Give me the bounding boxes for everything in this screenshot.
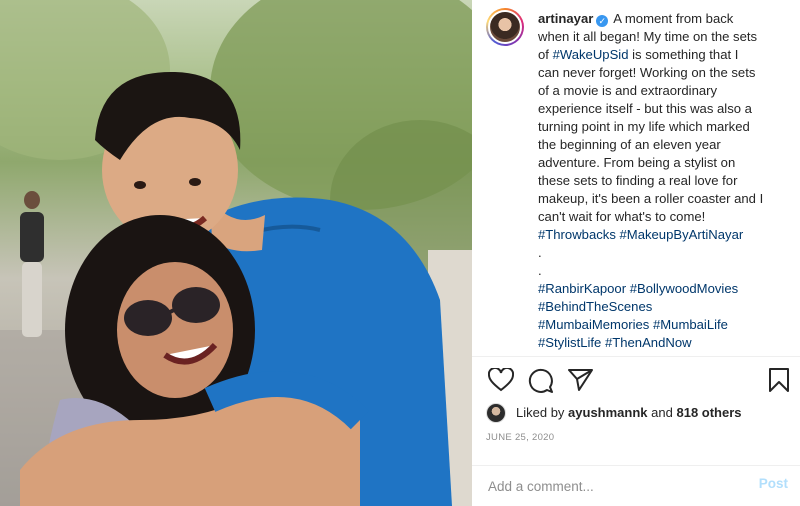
hashtag-line[interactable]: #StylistLife #ThenAndNow (538, 334, 788, 352)
caption-line: can't wait for what's to come! (538, 209, 706, 224)
comment-box: Post (472, 466, 800, 506)
divider (472, 356, 800, 357)
caption-text-fragment: of (538, 47, 553, 62)
share-icon[interactable] (568, 368, 594, 397)
caption-text-fragment: is something that I (628, 47, 739, 62)
author-username[interactable]: artinayar (538, 11, 593, 26)
likes-count[interactable]: 818 others (676, 405, 741, 420)
caption-line: makeup, it's been a roller coaster and I (538, 191, 764, 206)
hashtag-line[interactable]: #BehindTheScenes (538, 298, 788, 316)
post-date[interactable]: JUNE 25, 2020 (486, 432, 554, 443)
verified-icon: ✓ (596, 15, 609, 27)
heart-icon[interactable] (487, 366, 515, 397)
hashtag-link[interactable]: #WakeUpSid (553, 47, 629, 62)
caption-line: when it all began! My time on the sets (538, 29, 758, 44)
caption-line: can never forget! Working on the sets (538, 65, 756, 80)
liker-username[interactable]: ayushmannk (568, 405, 647, 420)
caption-line: artinayar ✓ A moment from back (538, 10, 788, 28)
comment-input[interactable] (488, 476, 728, 496)
post-details-panel: artinayar ✓ A moment from back when it al… (472, 0, 800, 506)
liker-avatar[interactable] (486, 403, 506, 423)
likes-prefix: Liked by (516, 405, 565, 420)
caption-line: adventure. From being a stylist on (538, 155, 736, 170)
hashtag-line[interactable]: #MumbaiMemories #MumbaiLife (538, 316, 788, 334)
author-avatar[interactable] (486, 8, 524, 46)
caption-line: experience itself - but this was also a (538, 101, 752, 116)
caption-line: of a movie is and extraordinary (538, 83, 718, 98)
caption-dot: . (538, 245, 542, 260)
caption-line: these sets to finding a real love for (538, 173, 738, 188)
caption-text: artinayar ✓ A moment from back when it al… (538, 10, 788, 352)
comment-icon[interactable] (528, 368, 554, 399)
post-comment-button[interactable]: Post (759, 476, 788, 491)
post-photo[interactable] (0, 0, 472, 506)
caption-dot: . (538, 263, 542, 278)
photo-illustration (0, 0, 472, 506)
caption-line: turning point in my life which marked (538, 119, 750, 134)
hashtag-line[interactable]: #Throwbacks #MakeupByArtiNayar (538, 226, 788, 244)
bookmark-icon[interactable] (768, 368, 790, 397)
hashtag-line[interactable]: #RanbirKapoor #BollywoodMovies (538, 280, 788, 298)
avatar-image (488, 10, 522, 44)
likes-text: Liked by ayushmannk and 818 others (516, 403, 742, 423)
caption-line: the beginning of an eleven year (538, 137, 721, 152)
action-bar (486, 366, 794, 397)
caption-section: artinayar ✓ A moment from back when it al… (486, 8, 786, 356)
likes-joiner: and (651, 405, 673, 420)
caption-line-text: A moment from back (613, 11, 734, 26)
caption-line: of #WakeUpSid is something that I (538, 46, 788, 64)
